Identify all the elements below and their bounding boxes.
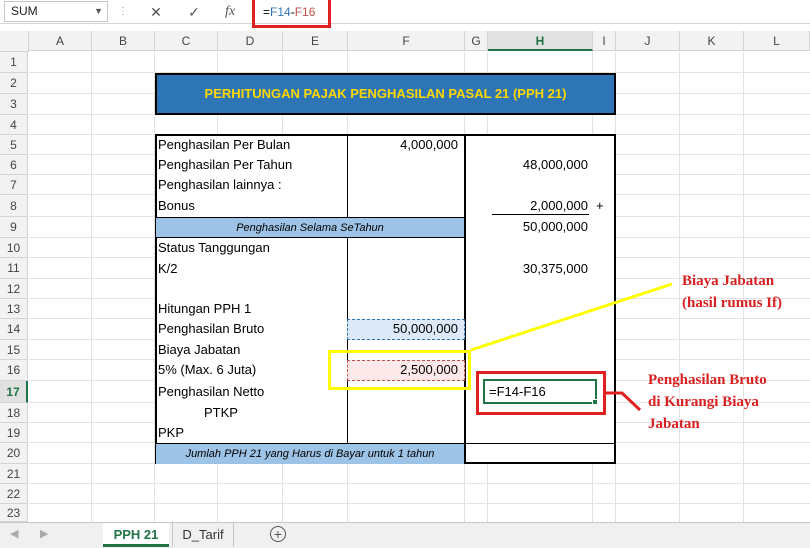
annotation-bruto-line1: Penghasilan Bruto [648, 372, 767, 388]
tab-pph21[interactable]: PPH 21 [103, 523, 169, 547]
add-sheet-icon[interactable]: + [270, 526, 286, 542]
annotation-biaya-line2: (hasil rumus If) [682, 295, 783, 311]
yellow-connector [470, 282, 673, 352]
scroll-right-icon[interactable]: ▶ [40, 527, 48, 540]
sheet-tab-bar: ◀ ▶ PPH 21 D_Tarif + [0, 522, 810, 548]
annotation-bruto-line3: Jabatan [648, 416, 700, 432]
tab-d-tarif[interactable]: D_Tarif [172, 523, 234, 547]
annotation-biaya-line1: Biaya Jabatan [682, 273, 775, 289]
scroll-left-icon[interactable]: ◀ [10, 527, 18, 540]
red-connector [606, 391, 642, 412]
annotation-bruto-line2: di Kurangi Biaya [648, 394, 759, 410]
